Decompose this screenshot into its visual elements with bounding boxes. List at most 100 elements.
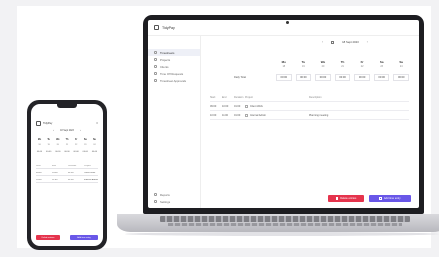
mobile-table-header: Start End Duration Project [36,165,98,169]
mobile-date: 20 [56,144,59,146]
mobile-day-header-row: Mo Tu We Th Fr Sa Su [36,139,98,141]
mobile-total: 00:00 [46,151,52,153]
cell-project-label: Client Work [250,104,263,108]
daily-total-value: 00:00 [276,74,292,81]
app-logo-icon [36,120,41,126]
sidebar-item-settings[interactable]: Settings [148,198,200,205]
add-time-entry-label: Add time entry [383,197,401,200]
sidebar-item-label: Timesheets [160,50,175,55]
sidebar-item-clients[interactable]: Clients [148,63,200,70]
cell-project-label: Internal Admin [250,113,266,117]
mobile-total: 00:00 [73,151,79,153]
sidebar-nav: Timesheets Projects Clients Time Off Req… [148,49,200,84]
sidebar-bottom: Reports Settings [148,191,200,205]
date-label: 20 [321,65,325,68]
mobile-date: 22 [74,144,78,146]
hamburger-menu-icon[interactable]: ≡ [96,121,98,125]
time-entries-table: Start End Duration Project Description 0… [210,94,409,120]
col-description: Description [309,96,322,99]
mobile-day[interactable]: Th [63,139,70,141]
sidebar-item-time-off[interactable]: Time Off Requests [148,70,200,77]
table-row[interactable]: 10:00 11:00 01:00 Internal Admin Plannin… [210,111,409,120]
day-label[interactable]: Mo [274,60,294,64]
mobile-day[interactable]: Fr [73,139,80,141]
app-title: TidyPay [162,25,175,30]
cell-project[interactable]: Internal Admin [245,113,309,117]
table-row[interactable]: 09:00 10:00 01:00 Client Work [36,172,98,176]
delete-entries-button[interactable]: Delete entries [328,195,364,202]
week-grid: Mo Tu We Th Fr Sa Su 18 19 20 21 22 23 2… [210,60,411,81]
action-bar: Delete entries Add time entry [328,195,411,202]
mobile-add-entry-button[interactable]: Add time entry [70,235,98,240]
day-label[interactable]: Fr [352,60,372,64]
mobile-week-label[interactable]: 18 Sept 2023 [60,130,74,132]
sidebar-item-approvals[interactable]: Timesheet Approvals [148,77,200,84]
cell-project: Internal Admin [84,179,98,181]
mobile-app-title: TidyPay [43,121,53,125]
cell-start[interactable]: 09:00 [210,105,222,108]
sidebar-item-timesheets[interactable]: Timesheets [148,49,200,56]
date-label: 23 [380,65,384,68]
date-label: 22 [360,65,364,68]
next-week-icon[interactable]: › [80,130,81,132]
cell-end[interactable]: 10:00 [222,105,234,108]
add-time-entry-button[interactable]: Add time entry [369,195,411,202]
mobile-daily-totals: 00:00 00:00 00:00 00:00 00:00 00:00 00:0… [36,151,98,153]
day-label[interactable]: Su [391,60,411,64]
sidebar-item-projects[interactable]: Projects [148,56,200,63]
phone-notch [57,104,77,108]
cell-end[interactable]: 11:00 [222,114,234,117]
folder-icon [154,58,157,61]
date-label: 24 [399,65,403,68]
col-project: Project [84,165,91,167]
date-label: 21 [341,65,344,68]
daily-total-value: 00:00 [373,74,390,81]
sidebar: Timesheets Projects Clients Time Off Req… [148,35,201,208]
cell-description[interactable]: Planning meeting [309,114,409,117]
prev-week-icon[interactable]: ‹ [322,40,323,44]
table-row[interactable]: 10:00 11:00 01:00 Internal Admin [36,179,98,183]
mobile-day[interactable]: Su [91,139,98,141]
gear-icon [154,200,157,203]
cell-start: 10:00 [36,179,42,181]
sidebar-item-reports[interactable]: Reports [148,191,200,198]
daily-total-value: 00:00 [295,74,312,81]
table-row[interactable]: 09:00 10:00 01:00 Client Work [210,102,409,111]
project-color-icon [245,104,248,108]
day-label[interactable]: Sa [372,60,392,64]
cell-end: 11:00 [52,179,58,181]
laptop-shadow [125,232,439,236]
mobile-date: 24 [93,144,96,146]
trash-icon [335,197,339,200]
keyboard-row [160,216,410,222]
daily-total-label: Daily Total [234,76,246,79]
prev-week-icon[interactable]: ‹ [53,130,54,132]
mobile-day[interactable]: Mo [36,139,43,141]
col-project: Project [245,96,253,99]
daily-total-value: 00:00 [393,74,410,81]
col-start: Start [36,165,41,167]
next-week-icon[interactable]: › [367,40,368,44]
users-icon [154,65,157,68]
date-row: 18 19 20 21 22 23 24 [210,64,411,68]
mobile-day[interactable]: We [54,139,61,141]
date-label: 19 [302,65,305,68]
mobile-delete-button[interactable]: Delete entries [36,235,60,240]
col-end: End [222,96,227,99]
mobile-date: 21 [65,144,69,146]
mobile-date: 18 [38,144,41,146]
day-label[interactable]: We [313,60,333,64]
cell-project[interactable]: Client Work [245,104,309,108]
mobile-day[interactable]: Tu [45,139,52,141]
col-duration: Duration [234,96,244,99]
day-label[interactable]: Tu [294,60,314,64]
mobile-actions: Delete entries Add time entry [36,235,98,240]
day-label[interactable]: Th [333,60,353,64]
mobile-day[interactable]: Sa [82,139,89,141]
sidebar-item-label: Reports [160,192,170,197]
mobile-date: 23 [84,144,87,146]
week-label[interactable]: 18 Sept 2023 [342,40,359,44]
sidebar-item-label: Time Off Requests [160,71,184,76]
cell-start[interactable]: 10:00 [210,114,222,117]
cell-project: Client Work [84,172,96,174]
